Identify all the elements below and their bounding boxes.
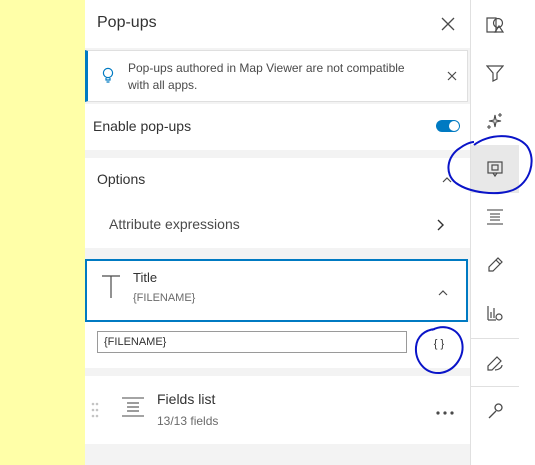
map-background[interactable] (0, 0, 85, 465)
sketch-icon[interactable] (471, 339, 519, 387)
chevron-up-icon[interactable] (438, 285, 448, 303)
options-header[interactable]: Options (85, 158, 470, 200)
close-notice-icon[interactable] (447, 68, 457, 86)
title-label: Title (133, 270, 158, 285)
fields-list-card[interactable]: Fields list 13/13 fields (85, 376, 470, 444)
toggle-knob (449, 121, 459, 131)
filter-icon[interactable] (471, 49, 519, 97)
fields-list-icon (121, 396, 145, 423)
enable-popups-row: Enable pop-ups (85, 104, 470, 150)
fields-list-label: Fields list (157, 391, 216, 407)
popups-panel: Pop-ups Pop-ups authored in Map Viewer a… (85, 0, 470, 465)
options-label: Options (97, 171, 146, 187)
options-section: Options Attribute expressions (85, 158, 470, 248)
enable-popups-label: Enable pop-ups (93, 118, 192, 134)
notice-text: Pop-ups authored in Map Viewer are not c… (128, 61, 405, 92)
fields-count: 13/13 fields (157, 414, 219, 428)
title-edit-row: { } (85, 322, 470, 368)
edit-icon[interactable] (471, 241, 519, 289)
configure-icon[interactable] (471, 387, 519, 435)
insert-expression-button[interactable]: { } (427, 335, 451, 353)
right-toolbar (470, 0, 535, 465)
fields-icon[interactable] (471, 193, 519, 241)
panel-title: Pop-ups (97, 14, 157, 31)
drag-handle-icon[interactable] (91, 402, 99, 423)
enable-popups-toggle[interactable] (436, 120, 460, 132)
panel-header: Pop-ups (85, 0, 470, 48)
more-icon[interactable] (436, 402, 454, 420)
title-input[interactable] (97, 331, 407, 353)
text-icon (101, 275, 121, 304)
attribute-expressions-item[interactable]: Attribute expressions (85, 202, 470, 246)
close-icon[interactable] (436, 12, 460, 36)
compatibility-notice: Pop-ups authored in Map Viewer are not c… (85, 50, 468, 102)
chevron-right-icon (436, 218, 444, 236)
charts-icon[interactable] (471, 289, 519, 337)
chevron-up-icon[interactable] (442, 172, 452, 190)
lightbulb-icon (102, 67, 114, 89)
effects-icon[interactable] (471, 97, 519, 145)
title-element-card[interactable]: Title {FILENAME} (85, 259, 468, 322)
title-value: {FILENAME} (133, 292, 196, 304)
popups-icon[interactable] (471, 145, 519, 193)
attribute-expressions-label: Attribute expressions (109, 216, 240, 232)
properties-icon[interactable] (471, 1, 519, 49)
